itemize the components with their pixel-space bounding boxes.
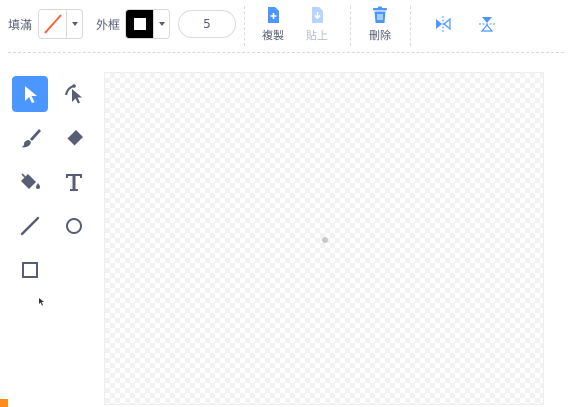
fill-color-swatch[interactable] [39, 10, 67, 38]
fill-dropdown-arrow[interactable] [67, 10, 82, 38]
text-tool[interactable] [56, 164, 92, 200]
no-fill-slash-icon [44, 14, 62, 34]
copy-icon [268, 7, 279, 23]
fill-color-picker[interactable] [38, 9, 83, 39]
select-tool[interactable] [12, 76, 48, 112]
outline-label: 外框 [96, 18, 121, 32]
toolbar-bottom-divider [8, 52, 564, 53]
toolbar-divider [410, 6, 411, 46]
eraser-tool[interactable] [56, 120, 92, 156]
flip-horizontal-icon [436, 16, 451, 32]
chevron-down-icon [158, 22, 165, 26]
reshape-tool[interactable] [56, 76, 92, 112]
reshape-pointer-icon [65, 84, 82, 104]
flip-vertical-button[interactable] [467, 6, 507, 46]
delete-label: 刪除 [369, 29, 391, 42]
paint-bucket-icon [21, 173, 40, 189]
fill-tool[interactable] [12, 164, 48, 200]
paint-canvas[interactable] [104, 72, 544, 405]
delete-button[interactable]: 刪除 [360, 6, 400, 46]
paste-button[interactable]: 貼上 [297, 6, 337, 46]
copy-button[interactable]: 複製 [253, 6, 293, 46]
flip-horizontal-button[interactable] [423, 6, 463, 46]
brush-icon [21, 129, 41, 148]
circle-icon [66, 218, 82, 234]
line-icon [20, 216, 40, 236]
arrow-pointer-icon [25, 86, 37, 103]
canvas-center-marker [322, 237, 328, 243]
text-t-icon [66, 174, 82, 191]
orange-marker [0, 399, 8, 407]
toolbar-divider [350, 6, 351, 46]
eraser-icon [66, 130, 83, 147]
circle-tool[interactable] [56, 208, 92, 244]
flip-vertical-icon [479, 17, 495, 32]
outline-color-swatch[interactable] [126, 10, 154, 38]
toolbar-divider [244, 6, 245, 46]
fill-label: 填滿 [8, 18, 33, 32]
outline-dropdown-arrow[interactable] [154, 10, 169, 38]
trash-icon [373, 6, 387, 23]
paste-icon [312, 7, 323, 23]
paste-label: 貼上 [306, 29, 328, 42]
brush-tool[interactable] [12, 120, 48, 156]
chevron-down-icon [71, 22, 78, 26]
stroke-width-input[interactable] [178, 10, 236, 38]
rectangle-icon [22, 262, 38, 278]
copy-label: 複製 [262, 29, 284, 42]
mouse-cursor-icon [39, 298, 44, 306]
line-tool[interactable] [12, 208, 48, 244]
rectangle-tool[interactable] [12, 252, 48, 288]
outline-color-picker[interactable] [125, 9, 170, 39]
